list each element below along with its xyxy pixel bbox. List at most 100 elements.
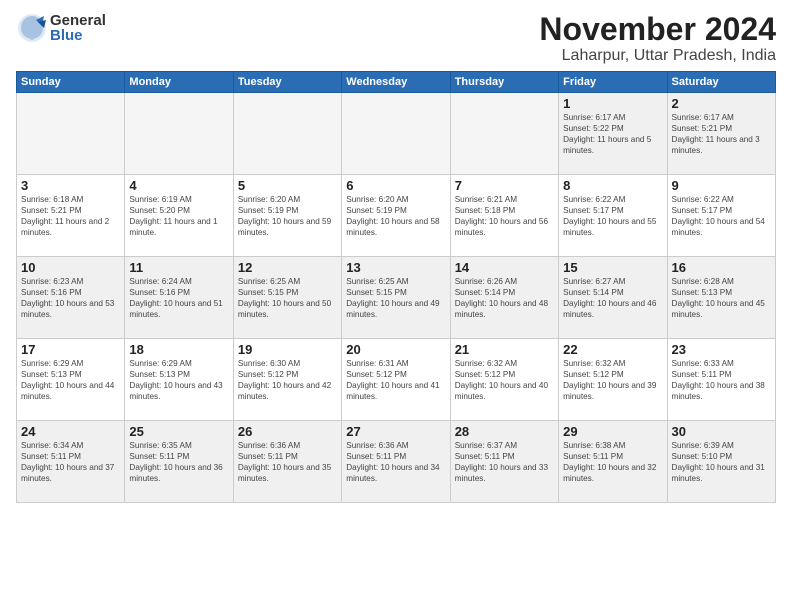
day-number: 8 xyxy=(563,178,662,193)
day-number: 1 xyxy=(563,96,662,111)
day-info: Sunrise: 6:33 AMSunset: 5:11 PMDaylight:… xyxy=(672,358,771,402)
calendar-cell: 10Sunrise: 6:23 AMSunset: 5:16 PMDayligh… xyxy=(17,257,125,339)
day-number: 14 xyxy=(455,260,554,275)
day-number: 9 xyxy=(672,178,771,193)
day-info: Sunrise: 6:35 AMSunset: 5:11 PMDaylight:… xyxy=(129,440,228,484)
day-number: 5 xyxy=(238,178,337,193)
day-info: Sunrise: 6:38 AMSunset: 5:11 PMDaylight:… xyxy=(563,440,662,484)
calendar-cell: 17Sunrise: 6:29 AMSunset: 5:13 PMDayligh… xyxy=(17,339,125,421)
day-number: 18 xyxy=(129,342,228,357)
day-info: Sunrise: 6:28 AMSunset: 5:13 PMDaylight:… xyxy=(672,276,771,320)
calendar-cell: 4Sunrise: 6:19 AMSunset: 5:20 PMDaylight… xyxy=(125,175,233,257)
day-number: 15 xyxy=(563,260,662,275)
day-info: Sunrise: 6:20 AMSunset: 5:19 PMDaylight:… xyxy=(346,194,445,238)
weekday-header-thursday: Thursday xyxy=(450,72,558,93)
calendar-cell: 24Sunrise: 6:34 AMSunset: 5:11 PMDayligh… xyxy=(17,421,125,503)
day-number: 4 xyxy=(129,178,228,193)
calendar-cell: 21Sunrise: 6:32 AMSunset: 5:12 PMDayligh… xyxy=(450,339,558,421)
calendar-cell: 15Sunrise: 6:27 AMSunset: 5:14 PMDayligh… xyxy=(559,257,667,339)
calendar-cell: 9Sunrise: 6:22 AMSunset: 5:17 PMDaylight… xyxy=(667,175,775,257)
day-number: 6 xyxy=(346,178,445,193)
day-info: Sunrise: 6:29 AMSunset: 5:13 PMDaylight:… xyxy=(129,358,228,402)
day-info: Sunrise: 6:26 AMSunset: 5:14 PMDaylight:… xyxy=(455,276,554,320)
weekday-header-monday: Monday xyxy=(125,72,233,93)
calendar-cell xyxy=(233,93,341,175)
calendar-page: General Blue November 2024 Laharpur, Utt… xyxy=(0,0,792,511)
day-number: 11 xyxy=(129,260,228,275)
calendar-cell: 20Sunrise: 6:31 AMSunset: 5:12 PMDayligh… xyxy=(342,339,450,421)
week-row-5: 24Sunrise: 6:34 AMSunset: 5:11 PMDayligh… xyxy=(17,421,776,503)
week-row-1: 1Sunrise: 6:17 AMSunset: 5:22 PMDaylight… xyxy=(17,93,776,175)
day-number: 27 xyxy=(346,424,445,439)
calendar-cell: 5Sunrise: 6:20 AMSunset: 5:19 PMDaylight… xyxy=(233,175,341,257)
logo-icon xyxy=(16,12,48,44)
logo-general-text: General xyxy=(50,13,106,28)
day-info: Sunrise: 6:23 AMSunset: 5:16 PMDaylight:… xyxy=(21,276,120,320)
calendar-cell: 1Sunrise: 6:17 AMSunset: 5:22 PMDaylight… xyxy=(559,93,667,175)
calendar-cell xyxy=(17,93,125,175)
day-info: Sunrise: 6:21 AMSunset: 5:18 PMDaylight:… xyxy=(455,194,554,238)
day-number: 3 xyxy=(21,178,120,193)
day-number: 26 xyxy=(238,424,337,439)
calendar-cell xyxy=(125,93,233,175)
day-number: 10 xyxy=(21,260,120,275)
logo-blue-text: Blue xyxy=(50,28,106,43)
day-info: Sunrise: 6:27 AMSunset: 5:14 PMDaylight:… xyxy=(563,276,662,320)
calendar-cell: 14Sunrise: 6:26 AMSunset: 5:14 PMDayligh… xyxy=(450,257,558,339)
day-number: 28 xyxy=(455,424,554,439)
day-number: 2 xyxy=(672,96,771,111)
calendar-cell xyxy=(450,93,558,175)
calendar-cell: 11Sunrise: 6:24 AMSunset: 5:16 PMDayligh… xyxy=(125,257,233,339)
calendar-cell: 3Sunrise: 6:18 AMSunset: 5:21 PMDaylight… xyxy=(17,175,125,257)
week-row-3: 10Sunrise: 6:23 AMSunset: 5:16 PMDayligh… xyxy=(17,257,776,339)
day-number: 20 xyxy=(346,342,445,357)
day-info: Sunrise: 6:17 AMSunset: 5:22 PMDaylight:… xyxy=(563,112,662,156)
calendar-subtitle: Laharpur, Uttar Pradesh, India xyxy=(106,47,776,65)
calendar-cell: 28Sunrise: 6:37 AMSunset: 5:11 PMDayligh… xyxy=(450,421,558,503)
day-info: Sunrise: 6:24 AMSunset: 5:16 PMDaylight:… xyxy=(129,276,228,320)
day-info: Sunrise: 6:25 AMSunset: 5:15 PMDaylight:… xyxy=(238,276,337,320)
day-info: Sunrise: 6:34 AMSunset: 5:11 PMDaylight:… xyxy=(21,440,120,484)
day-number: 7 xyxy=(455,178,554,193)
calendar-cell: 23Sunrise: 6:33 AMSunset: 5:11 PMDayligh… xyxy=(667,339,775,421)
calendar-cell: 13Sunrise: 6:25 AMSunset: 5:15 PMDayligh… xyxy=(342,257,450,339)
week-row-4: 17Sunrise: 6:29 AMSunset: 5:13 PMDayligh… xyxy=(17,339,776,421)
day-number: 23 xyxy=(672,342,771,357)
day-number: 19 xyxy=(238,342,337,357)
calendar-cell: 27Sunrise: 6:36 AMSunset: 5:11 PMDayligh… xyxy=(342,421,450,503)
calendar-cell: 12Sunrise: 6:25 AMSunset: 5:15 PMDayligh… xyxy=(233,257,341,339)
calendar-cell: 2Sunrise: 6:17 AMSunset: 5:21 PMDaylight… xyxy=(667,93,775,175)
weekday-header-saturday: Saturday xyxy=(667,72,775,93)
calendar-cell: 30Sunrise: 6:39 AMSunset: 5:10 PMDayligh… xyxy=(667,421,775,503)
day-info: Sunrise: 6:31 AMSunset: 5:12 PMDaylight:… xyxy=(346,358,445,402)
calendar-cell: 8Sunrise: 6:22 AMSunset: 5:17 PMDaylight… xyxy=(559,175,667,257)
weekday-header-wednesday: Wednesday xyxy=(342,72,450,93)
day-number: 22 xyxy=(563,342,662,357)
day-info: Sunrise: 6:39 AMSunset: 5:10 PMDaylight:… xyxy=(672,440,771,484)
day-info: Sunrise: 6:37 AMSunset: 5:11 PMDaylight:… xyxy=(455,440,554,484)
calendar-cell: 25Sunrise: 6:35 AMSunset: 5:11 PMDayligh… xyxy=(125,421,233,503)
calendar-cell xyxy=(342,93,450,175)
day-number: 21 xyxy=(455,342,554,357)
day-info: Sunrise: 6:32 AMSunset: 5:12 PMDaylight:… xyxy=(455,358,554,402)
weekday-header-tuesday: Tuesday xyxy=(233,72,341,93)
weekday-header-friday: Friday xyxy=(559,72,667,93)
calendar-cell: 6Sunrise: 6:20 AMSunset: 5:19 PMDaylight… xyxy=(342,175,450,257)
calendar-cell: 7Sunrise: 6:21 AMSunset: 5:18 PMDaylight… xyxy=(450,175,558,257)
calendar-cell: 22Sunrise: 6:32 AMSunset: 5:12 PMDayligh… xyxy=(559,339,667,421)
day-info: Sunrise: 6:32 AMSunset: 5:12 PMDaylight:… xyxy=(563,358,662,402)
day-info: Sunrise: 6:19 AMSunset: 5:20 PMDaylight:… xyxy=(129,194,228,238)
day-number: 30 xyxy=(672,424,771,439)
day-info: Sunrise: 6:20 AMSunset: 5:19 PMDaylight:… xyxy=(238,194,337,238)
day-info: Sunrise: 6:18 AMSunset: 5:21 PMDaylight:… xyxy=(21,194,120,238)
calendar-cell: 18Sunrise: 6:29 AMSunset: 5:13 PMDayligh… xyxy=(125,339,233,421)
day-info: Sunrise: 6:17 AMSunset: 5:21 PMDaylight:… xyxy=(672,112,771,156)
day-info: Sunrise: 6:25 AMSunset: 5:15 PMDaylight:… xyxy=(346,276,445,320)
day-number: 13 xyxy=(346,260,445,275)
weekday-header-sunday: Sunday xyxy=(17,72,125,93)
day-number: 24 xyxy=(21,424,120,439)
day-number: 25 xyxy=(129,424,228,439)
day-number: 12 xyxy=(238,260,337,275)
calendar-cell: 16Sunrise: 6:28 AMSunset: 5:13 PMDayligh… xyxy=(667,257,775,339)
calendar-cell: 19Sunrise: 6:30 AMSunset: 5:12 PMDayligh… xyxy=(233,339,341,421)
